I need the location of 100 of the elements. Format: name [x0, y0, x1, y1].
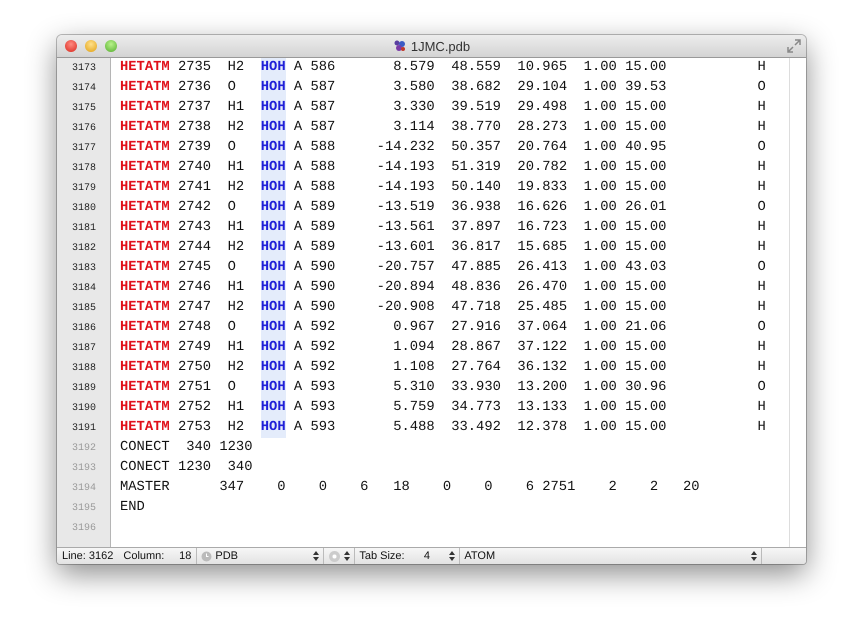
symbol-popup[interactable]: ATOM: [459, 548, 762, 564]
record-keyword: HETATM: [120, 219, 170, 237]
clock-icon: [201, 550, 212, 562]
line-number: 3193: [72, 462, 96, 474]
code-text: 2740 H1: [176, 159, 246, 177]
line-number: 3176: [72, 122, 96, 134]
line-number: 3190: [72, 402, 96, 414]
code-text: 2736 O: [176, 79, 237, 97]
settings-icon: [328, 550, 342, 562]
code-text: 2750 H2: [176, 359, 246, 377]
tab-size-popup[interactable]: Tab Size: 4: [354, 548, 460, 564]
line-number: 3186: [72, 322, 96, 334]
line-number: 3173: [72, 62, 96, 74]
updown-icon: [751, 551, 758, 561]
code-text: A 589 -13.519 36.938 16.626 1.00 26.01 O: [292, 199, 766, 217]
residue-name: HOH: [260, 418, 286, 438]
code-text: A 592 0.967 27.916 37.064 1.00 21.06 O: [292, 319, 766, 337]
code-text: 2739 O: [176, 139, 237, 157]
line-number: 3175: [72, 102, 96, 114]
code-text: A 593 5.488 33.492 12.378 1.00 15.00 H: [292, 419, 766, 437]
record-keyword: HETATM: [120, 159, 170, 177]
residue-name: HOH: [260, 318, 286, 338]
line-number: 3178: [72, 162, 96, 174]
record-keyword: HETATM: [120, 379, 170, 397]
line-number: 3174: [72, 82, 96, 94]
code-text: CONECT 1230 340: [120, 459, 252, 477]
line-number: 3187: [72, 342, 96, 354]
close-button[interactable]: [65, 40, 77, 52]
record-keyword: HETATM: [120, 239, 170, 257]
residue-name: HOH: [260, 98, 286, 118]
record-keyword: HETATM: [120, 279, 170, 297]
code-text: 2748 O: [176, 319, 237, 337]
residue-name: HOH: [260, 398, 286, 418]
record-keyword: HETATM: [120, 179, 170, 197]
residue-name: HOH: [260, 238, 286, 258]
code-text: A 592 1.108 27.764 36.132 1.00 15.00 H: [292, 359, 766, 377]
residue-name: HOH: [260, 178, 286, 198]
record-keyword: HETATM: [120, 199, 170, 217]
code-text: A 588 -14.193 50.140 19.833 1.00 15.00 H: [292, 179, 766, 197]
code-text: 2743 H1: [176, 219, 246, 237]
code-text: MASTER 347 0 0 6 18 0 0 6 2751 2 2 20: [120, 479, 700, 497]
zoom-button[interactable]: [105, 40, 117, 52]
record-keyword: HETATM: [120, 339, 170, 357]
line-number: 3177: [72, 142, 96, 154]
code-text: 2737 H1: [176, 99, 246, 117]
residue-name: HOH: [260, 118, 286, 138]
residue-name: HOH: [260, 198, 286, 218]
code-text: A 587 3.114 38.770 28.273 1.00 15.00 H: [292, 119, 766, 137]
record-keyword: HETATM: [120, 319, 170, 337]
updown-icon: [344, 551, 350, 561]
code-text: 2752 H1: [176, 399, 246, 417]
updown-icon: [313, 551, 320, 561]
column-label: Column:: [122, 550, 164, 562]
code-text: 2738 H2: [176, 119, 246, 137]
code-text: A 586 8.579 48.559 10.965 1.00 15.00 H: [292, 59, 766, 77]
code-text: A 593 5.759 34.773 13.133 1.00 15.00 H: [292, 399, 766, 417]
code-text: A 590 -20.894 48.836 26.470 1.00 15.00 H: [292, 279, 766, 297]
code-text: A 589 -13.601 36.817 15.685 1.00 15.00 H: [292, 239, 766, 257]
record-keyword: HETATM: [120, 99, 170, 117]
code-text: A 588 -14.232 50.357 20.764 1.00 40.95 O: [292, 139, 766, 157]
line-number: 3182: [72, 242, 96, 254]
line-label: Line: 3162: [61, 550, 114, 562]
residue-name: HOH: [260, 358, 286, 378]
record-keyword: HETATM: [120, 119, 170, 137]
syntax-popup[interactable]: PDB: [196, 548, 324, 564]
code-text: 2746 H1: [176, 279, 246, 297]
column-value: 18: [178, 550, 192, 562]
line-number: 3194: [72, 482, 96, 494]
code-text: A 589 -13.561 37.897 16.723 1.00 15.00 H: [292, 219, 766, 237]
residue-name: HOH: [260, 138, 286, 158]
code-text: A 590 -20.757 47.885 26.413 1.00 43.03 O: [292, 259, 766, 277]
window-title: 1JMC.pdb: [410, 38, 470, 54]
line-number: 3196: [72, 522, 96, 534]
minimize-button[interactable]: [85, 40, 97, 52]
fullscreen-icon[interactable]: [787, 39, 801, 53]
line-number: 3195: [72, 502, 96, 514]
code-text: 2741 H2: [176, 179, 246, 197]
record-keyword: HETATM: [120, 399, 170, 417]
record-keyword: HETATM: [120, 299, 170, 317]
record-keyword: HETATM: [120, 139, 170, 157]
code-text: A 592 1.094 28.867 37.122 1.00 15.00 H: [292, 339, 766, 357]
code-text: A 587 3.580 38.682 29.104 1.00 39.53 O: [292, 79, 766, 97]
molecule-icon: [392, 39, 407, 53]
line-number: 3184: [72, 282, 96, 294]
record-keyword: HETATM: [120, 59, 170, 77]
code-text: 2749 H1: [176, 339, 246, 357]
residue-name: HOH: [260, 78, 286, 98]
code-text: 2735 H2: [176, 59, 246, 77]
line-number: 3188: [72, 362, 96, 374]
residue-name: HOH: [260, 278, 286, 298]
code-text: END: [120, 499, 145, 517]
code-text: A 590 -20.908 47.718 25.485 1.00 15.00 H: [292, 299, 766, 317]
line-number: 3180: [72, 202, 96, 214]
residue-name: HOH: [260, 218, 286, 238]
code-text: A 588 -14.193 51.319 20.782 1.00 15.00 H: [292, 159, 766, 177]
record-keyword: HETATM: [120, 359, 170, 377]
updown-icon: [449, 551, 456, 561]
record-keyword: HETATM: [120, 79, 170, 97]
residue-name: HOH: [260, 298, 286, 318]
residue-name: HOH: [260, 258, 286, 278]
